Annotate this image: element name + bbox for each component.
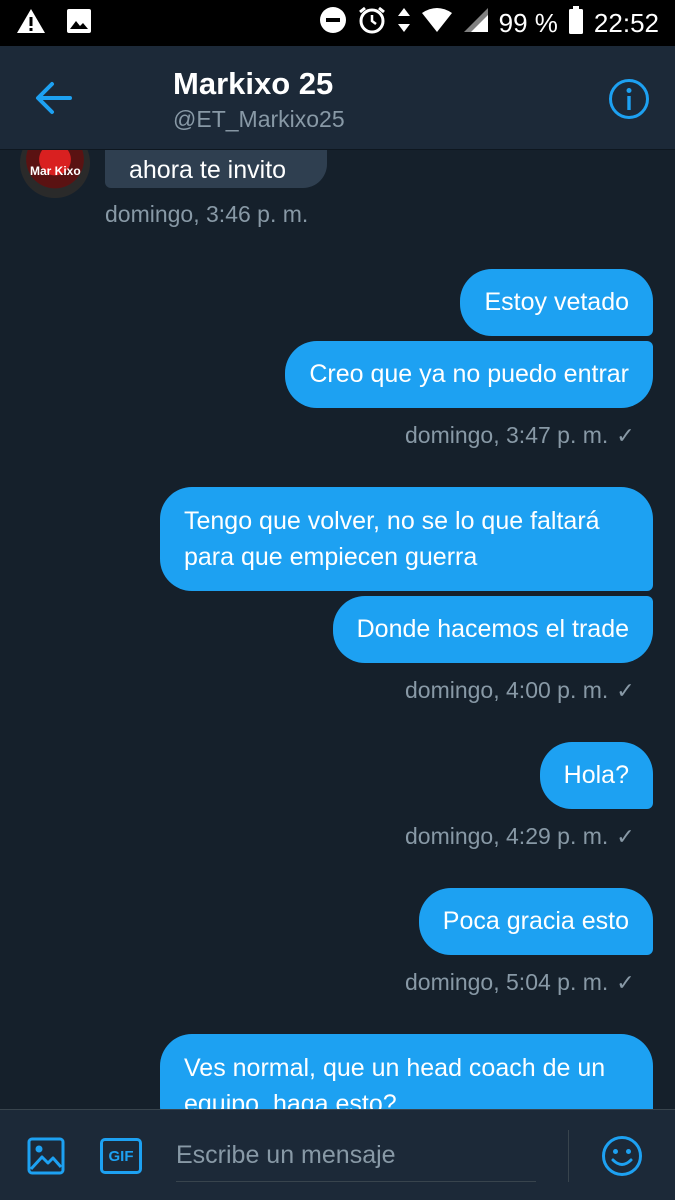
back-button[interactable] xyxy=(30,78,78,118)
dm-conversation-screen: 99 % 22:52 Markixo 25 @ET_Markixo25 Mar … xyxy=(0,0,675,1200)
arrow-left-icon xyxy=(36,82,72,114)
emoji-button[interactable] xyxy=(600,1134,644,1178)
message-list[interactable]: Mar Kixo ahora te invito domingo, 3:46 p… xyxy=(0,150,675,1110)
conversation-header: Markixo 25 @ET_Markixo25 xyxy=(0,46,675,150)
message-input[interactable] xyxy=(176,1130,536,1182)
warning-icon xyxy=(16,8,46,39)
data-arrows-icon xyxy=(397,7,411,40)
photo-icon xyxy=(27,1137,65,1175)
battery-percent: 99 % xyxy=(498,7,558,38)
clock: 22:52 xyxy=(593,7,659,38)
alarm-icon xyxy=(357,5,387,42)
received-message[interactable]: ahora te invito xyxy=(105,150,327,188)
sent-message[interactable]: Ves normal, que un head coach de un equi… xyxy=(160,1034,653,1110)
contact-handle: @ET_Markixo25 xyxy=(173,106,345,132)
avatar[interactable]: Mar Kixo xyxy=(20,150,90,198)
read-check-icon: ✓ xyxy=(616,678,635,703)
message-timestamp: domingo, 4:29 p. m. ✓ xyxy=(405,823,635,849)
wifi-icon xyxy=(421,7,453,40)
read-check-icon: ✓ xyxy=(616,423,635,448)
gif-button[interactable]: GIF xyxy=(100,1138,142,1174)
sent-message[interactable]: Donde hacemos el trade xyxy=(332,596,653,663)
sent-message[interactable]: Hola? xyxy=(539,742,653,809)
message-timestamp: domingo, 3:47 p. m. ✓ xyxy=(405,422,635,448)
signal-icon xyxy=(463,7,489,40)
info-icon xyxy=(609,79,649,119)
sent-message[interactable]: Tengo que volver, no se lo que faltará p… xyxy=(160,487,653,591)
smiley-icon xyxy=(602,1136,642,1176)
image-icon xyxy=(66,8,92,39)
do-not-disturb-icon xyxy=(319,6,347,41)
status-bar: 99 % 22:52 xyxy=(0,0,675,46)
add-photo-button[interactable] xyxy=(26,1136,66,1176)
message-timestamp: domingo, 5:04 p. m. ✓ xyxy=(405,969,635,995)
info-button[interactable] xyxy=(608,78,650,120)
contact-name: Markixo 25 xyxy=(173,66,334,101)
message-timestamp: domingo, 4:00 p. m. ✓ xyxy=(405,677,635,703)
battery-icon xyxy=(568,5,584,41)
sent-message[interactable]: Creo que ya no puedo entrar xyxy=(285,341,653,408)
composer-divider xyxy=(568,1130,569,1182)
message-timestamp: domingo, 3:46 p. m. xyxy=(105,201,309,227)
read-check-icon: ✓ xyxy=(616,824,635,849)
sent-message[interactable]: Estoy vetado xyxy=(460,269,653,336)
sent-message[interactable]: Poca gracia esto xyxy=(418,888,653,955)
message-composer: GIF xyxy=(0,1109,675,1200)
read-check-icon: ✓ xyxy=(616,970,635,995)
